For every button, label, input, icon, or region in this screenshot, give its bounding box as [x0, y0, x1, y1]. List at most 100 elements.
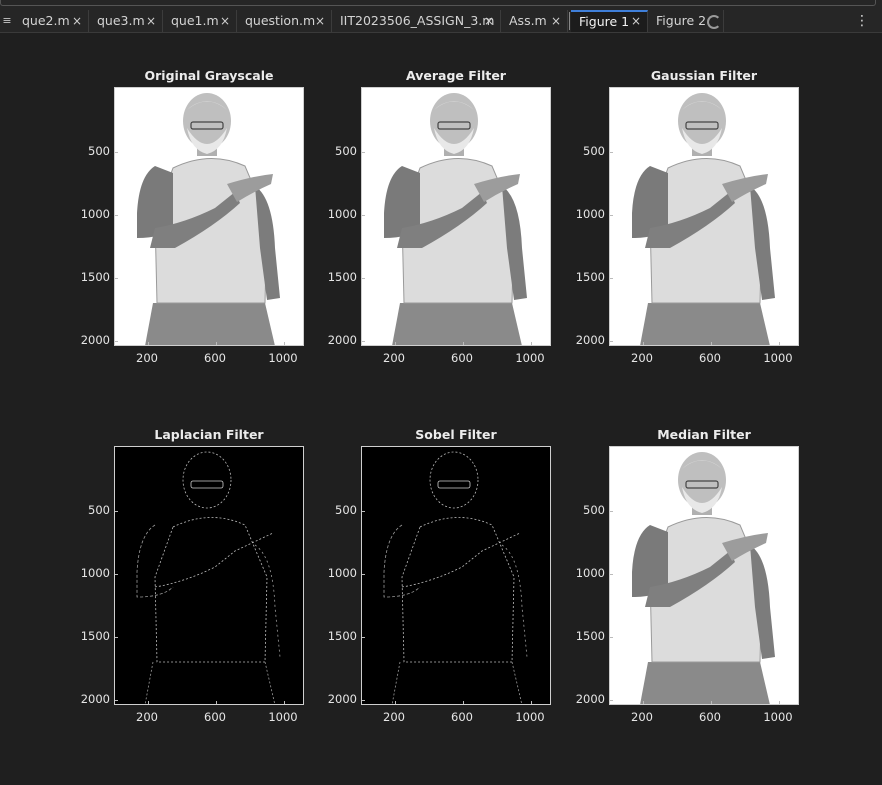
- x-tick-mark: [643, 342, 644, 345]
- y-tick-label: 1000: [80, 207, 110, 221]
- close-icon[interactable]: ×: [551, 10, 561, 32]
- x-tick-label: 200: [136, 710, 158, 724]
- y-tick-mark: [115, 152, 118, 153]
- x-tick-label: 200: [383, 710, 405, 724]
- editor-tab-bar: ≡ que2.m × que3.m × que1.m × question.m …: [0, 10, 882, 33]
- tab-label: Figure 1: [579, 14, 630, 29]
- y-tick-label: 500: [583, 503, 605, 517]
- image-axes[interactable]: [114, 446, 304, 705]
- y-tick-label: 1000: [327, 207, 357, 221]
- tab-question[interactable]: question.m ×: [237, 10, 332, 32]
- tab-que2[interactable]: que2.m ×: [14, 10, 89, 32]
- y-tick-label: 1500: [327, 270, 357, 284]
- x-tick-mark: [284, 342, 285, 345]
- close-icon[interactable]: ×: [146, 10, 156, 32]
- horizontal-scrollbar[interactable]: [0, 0, 876, 6]
- close-icon[interactable]: ×: [631, 11, 641, 31]
- y-tick-mark: [362, 152, 365, 153]
- x-tick-mark: [463, 342, 464, 345]
- image-axes[interactable]: [609, 446, 799, 705]
- x-tick-mark: [643, 701, 644, 704]
- y-tick-mark: [610, 511, 613, 512]
- grayscale-image: [631, 92, 776, 345]
- y-tick-label: 1500: [80, 629, 110, 643]
- x-tick-label: 600: [204, 710, 226, 724]
- tab-label: que1.m: [171, 13, 219, 28]
- y-tick-mark: [610, 700, 613, 701]
- y-tick-mark: [610, 341, 613, 342]
- y-tick-label: 500: [335, 144, 357, 158]
- grayscale-image: [631, 451, 776, 704]
- x-tick-mark: [148, 701, 149, 704]
- subplot-title: Gaussian Filter: [650, 68, 758, 83]
- x-tick-mark: [395, 342, 396, 345]
- vertical-ellipsis-icon[interactable]: ⋮: [855, 12, 869, 30]
- spinner-icon: [707, 15, 721, 29]
- x-tick-mark: [531, 342, 532, 345]
- edge-map-image: [136, 451, 281, 704]
- x-tick-label: 600: [204, 351, 226, 365]
- y-tick-label: 1500: [80, 270, 110, 284]
- y-tick-mark: [362, 700, 365, 701]
- x-tick-label: 200: [631, 351, 653, 365]
- y-tick-mark: [362, 215, 365, 216]
- x-tick-mark: [395, 701, 396, 704]
- image-axes[interactable]: [361, 87, 551, 346]
- close-icon[interactable]: ×: [72, 10, 82, 32]
- tab-iit2023506-assign-3[interactable]: IIT2023506_ASSIGN_3.m ×: [332, 10, 501, 32]
- y-tick-mark: [610, 215, 613, 216]
- y-tick-mark: [115, 637, 118, 638]
- x-tick-mark: [779, 342, 780, 345]
- y-tick-mark: [115, 215, 118, 216]
- y-tick-mark: [115, 278, 118, 279]
- subplot-title: Laplacian Filter: [154, 427, 264, 442]
- y-tick-mark: [362, 637, 365, 638]
- x-tick-label: 600: [451, 351, 473, 365]
- x-tick-label: 1000: [515, 351, 545, 365]
- y-tick-label: 1500: [327, 629, 357, 643]
- tab-label: IIT2023506_ASSIGN_3.m: [340, 13, 495, 28]
- tab-group-divider: [569, 12, 570, 30]
- window-top-strip: [0, 0, 882, 10]
- tab-figure-1[interactable]: Figure 1 ×: [571, 10, 648, 32]
- x-tick-label: 1000: [763, 351, 793, 365]
- x-tick-label: 1000: [268, 351, 298, 365]
- y-tick-mark: [610, 152, 613, 153]
- tab-label: Figure 2: [656, 13, 707, 28]
- x-tick-mark: [711, 342, 712, 345]
- image-axes[interactable]: [609, 87, 799, 346]
- y-tick-label: 1000: [80, 566, 110, 580]
- y-tick-label: 2000: [80, 333, 110, 347]
- tab-label: que3.m: [97, 13, 145, 28]
- x-tick-label: 1000: [763, 710, 793, 724]
- close-icon[interactable]: ×: [484, 10, 494, 32]
- x-tick-label: 200: [136, 351, 158, 365]
- x-tick-label: 1000: [268, 710, 298, 724]
- x-tick-label: 600: [451, 710, 473, 724]
- tab-que3[interactable]: que3.m ×: [89, 10, 163, 32]
- tab-label: question.m: [245, 13, 316, 28]
- x-tick-mark: [463, 701, 464, 704]
- x-tick-label: 600: [699, 710, 721, 724]
- y-tick-label: 2000: [575, 692, 605, 706]
- image-axes[interactable]: [361, 446, 551, 705]
- y-tick-mark: [115, 511, 118, 512]
- y-tick-label: 2000: [327, 692, 357, 706]
- x-tick-mark: [711, 701, 712, 704]
- y-tick-mark: [610, 278, 613, 279]
- y-tick-label: 1000: [575, 207, 605, 221]
- tab-que1[interactable]: que1.m ×: [163, 10, 237, 32]
- y-tick-mark: [610, 574, 613, 575]
- y-tick-label: 500: [88, 503, 110, 517]
- close-icon[interactable]: ×: [220, 10, 230, 32]
- x-tick-mark: [531, 701, 532, 704]
- tab-ass[interactable]: Ass.m ×: [501, 10, 568, 32]
- y-tick-mark: [362, 511, 365, 512]
- grayscale-image: [136, 92, 281, 345]
- x-tick-label: 200: [631, 710, 653, 724]
- close-icon[interactable]: ×: [315, 10, 325, 32]
- y-tick-label: 500: [88, 144, 110, 158]
- hamburger-icon[interactable]: ≡: [2, 13, 12, 29]
- y-tick-mark: [115, 574, 118, 575]
- image-axes[interactable]: [114, 87, 304, 346]
